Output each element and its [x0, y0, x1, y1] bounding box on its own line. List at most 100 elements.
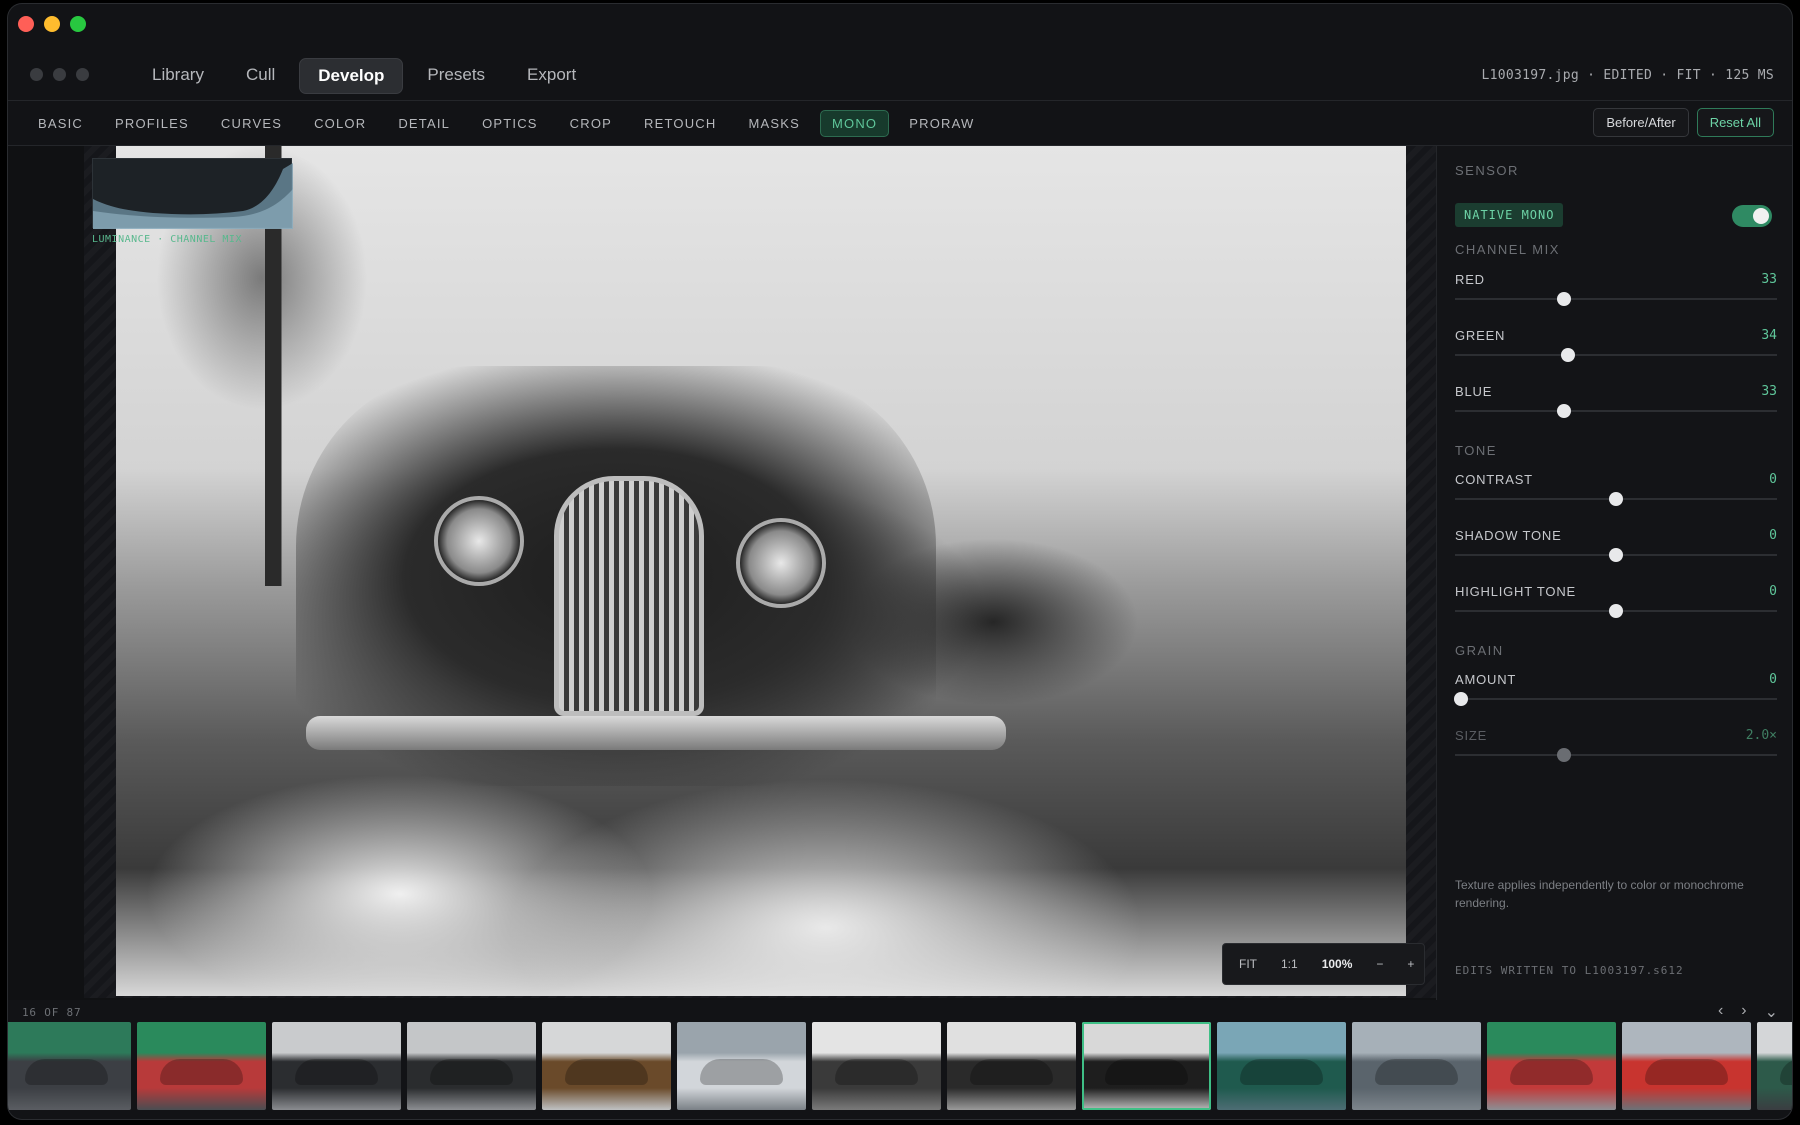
filmstrip-thumbnail[interactable] — [8, 1022, 131, 1110]
filmstrip-thumbnail[interactable] — [947, 1022, 1076, 1110]
slider-label: SHADOW TONE — [1455, 528, 1562, 543]
minimize-window-icon[interactable] — [44, 16, 60, 32]
slider-value[interactable]: 34 — [1761, 328, 1777, 343]
filmstrip-thumbnail[interactable] — [812, 1022, 941, 1110]
filmstrip-thumbnail[interactable] — [542, 1022, 671, 1110]
filmstrip-thumbnail[interactable] — [1082, 1022, 1211, 1110]
chevron-right-icon[interactable]: › — [1741, 1002, 1746, 1022]
thumbnail-subject-shape — [1510, 1058, 1593, 1086]
module-tab-detail[interactable]: DETAIL — [386, 110, 462, 137]
slider-track[interactable] — [1455, 354, 1777, 356]
slider-handle[interactable] — [1557, 748, 1572, 762]
before-after-button[interactable]: Before/After — [1593, 108, 1689, 137]
photo-preview[interactable] — [116, 146, 1406, 996]
filmstrip-thumbnail[interactable] — [1352, 1022, 1481, 1110]
slider-handle[interactable] — [1557, 404, 1572, 418]
slider-value[interactable]: 0 — [1769, 528, 1777, 543]
texture-note: Texture applies independently to color o… — [1455, 878, 1744, 910]
nav-tab-cull[interactable]: Cull — [228, 58, 293, 94]
chevron-left-icon[interactable]: ‹ — [1718, 1002, 1723, 1022]
slider-value[interactable]: 0 — [1769, 472, 1777, 487]
thumbnail-subject-shape — [295, 1058, 378, 1086]
slider-handle[interactable] — [1609, 492, 1623, 506]
image-counter: 16 OF 87 — [22, 1006, 82, 1019]
slider-track[interactable] — [1455, 410, 1777, 412]
module-tab-masks[interactable]: MASKS — [736, 110, 812, 137]
module-tab-color[interactable]: COLOR — [302, 110, 378, 137]
module-tab-proraw[interactable]: PRORAW — [897, 110, 986, 137]
app-window: Library Cull Develop Presets Export L1003197… — [8, 4, 1792, 1119]
chevron-down-icon[interactable]: ⌄ — [1765, 1002, 1778, 1022]
module-tab-curves[interactable]: CURVES — [209, 110, 294, 137]
slider-red: RED 33 — [1455, 272, 1777, 320]
filmstrip-thumbnail[interactable] — [407, 1022, 536, 1110]
maximize-window-icon[interactable] — [70, 16, 86, 32]
native-mono-toggle[interactable] — [1732, 205, 1772, 227]
tone-section-title: TONE — [1455, 443, 1497, 458]
filmstrip-thumbnail[interactable] — [1622, 1022, 1751, 1110]
thumbnail-subject-shape — [25, 1058, 108, 1086]
module-tab-basic[interactable]: BASIC — [26, 110, 95, 137]
filmstrip-nav: ‹ › ⌄ — [1718, 1002, 1778, 1022]
close-window-icon[interactable] — [18, 16, 34, 32]
thumbnail-subject-shape — [700, 1058, 783, 1086]
slider-value[interactable]: 2.0× — [1746, 728, 1777, 743]
filmstrip-thumbnail[interactable] — [1757, 1022, 1792, 1110]
photo-headlamp-shape — [434, 496, 524, 586]
slider-label: HIGHLIGHT TONE — [1455, 584, 1577, 599]
slider-handle[interactable] — [1560, 348, 1575, 362]
grain-section-title: GRAIN — [1455, 643, 1504, 658]
zoom-fit-button[interactable]: FIT — [1227, 957, 1269, 971]
reset-all-button[interactable]: Reset All — [1696, 108, 1774, 137]
slider-label: RED — [1455, 272, 1485, 287]
thumbnail-subject-shape — [430, 1058, 513, 1086]
slider-label: AMOUNT — [1455, 672, 1517, 687]
thumbnail-subject-shape — [1240, 1058, 1323, 1086]
filmstrip-thumbnail[interactable] — [677, 1022, 806, 1110]
filmstrip-thumbnail[interactable] — [137, 1022, 266, 1110]
canvas-area: LUMINANCE · CHANNEL MIX FIT 1:1 100% − + — [8, 146, 1436, 1000]
slider-track[interactable] — [1455, 754, 1777, 756]
channel-mix-section-title: CHANNEL MIX — [1455, 242, 1560, 257]
slider-shadow-tone: SHADOW TONE 0 — [1455, 528, 1777, 576]
nav-tab-library[interactable]: Library — [134, 58, 222, 94]
histogram-graph — [93, 163, 293, 229]
module-tab-retouch[interactable]: RETOUCH — [632, 110, 728, 137]
app-bar: Library Cull Develop Presets Export L1003197… — [8, 48, 1792, 100]
zoom-out-button[interactable]: − — [1364, 957, 1395, 971]
nav-tab-export[interactable]: Export — [509, 58, 594, 94]
nav-tab-presets[interactable]: Presets — [409, 58, 503, 94]
sensor-section-title: SENSOR — [1455, 163, 1519, 178]
slider-handle[interactable] — [1557, 292, 1572, 306]
filmstrip — [8, 1022, 1792, 1112]
module-tab-profiles[interactable]: PROFILES — [103, 110, 201, 137]
slider-value[interactable]: 33 — [1761, 272, 1777, 287]
zoom-level: 100% — [1321, 957, 1353, 971]
slider-handle[interactable] — [1454, 692, 1469, 706]
module-tabs: BASIC PROFILES CURVES COLOR DETAIL OPTICS CROP… — [26, 110, 986, 137]
dot-icon — [30, 68, 43, 81]
file-info: L1003197.jpg · EDITED · FIT · 125 MS — [1481, 68, 1774, 83]
module-tab-optics[interactable]: OPTICS — [470, 110, 550, 137]
slider-track[interactable] — [1455, 698, 1777, 700]
slider-value[interactable]: 0 — [1769, 584, 1777, 599]
slider-handle[interactable] — [1609, 548, 1623, 562]
slider-handle[interactable] — [1609, 604, 1623, 618]
zoom-in-button[interactable]: + — [1395, 957, 1426, 971]
zoom-1to1-button[interactable]: 1:1 — [1269, 957, 1310, 971]
module-tab-mono[interactable]: MONO — [820, 110, 890, 137]
thumbnail-subject-shape — [970, 1058, 1053, 1086]
filmstrip-thumbnail[interactable] — [1217, 1022, 1346, 1110]
slider-value[interactable]: 0 — [1769, 672, 1777, 687]
filmstrip-thumbnail[interactable] — [1487, 1022, 1616, 1110]
slider-value[interactable]: 33 — [1761, 384, 1777, 399]
photo-headlamp-shape — [736, 518, 826, 608]
slider-track[interactable] — [1455, 298, 1777, 300]
module-bar: BASIC PROFILES CURVES COLOR DETAIL OPTICS CROP… — [8, 100, 1792, 146]
slider-blue: BLUE 33 — [1455, 384, 1777, 432]
window-controls — [18, 16, 86, 32]
module-tab-crop[interactable]: CROP — [558, 110, 624, 137]
nav-tab-develop[interactable]: Develop — [299, 58, 404, 94]
thumbnail-subject-shape — [1780, 1058, 1792, 1086]
filmstrip-thumbnail[interactable] — [272, 1022, 401, 1110]
